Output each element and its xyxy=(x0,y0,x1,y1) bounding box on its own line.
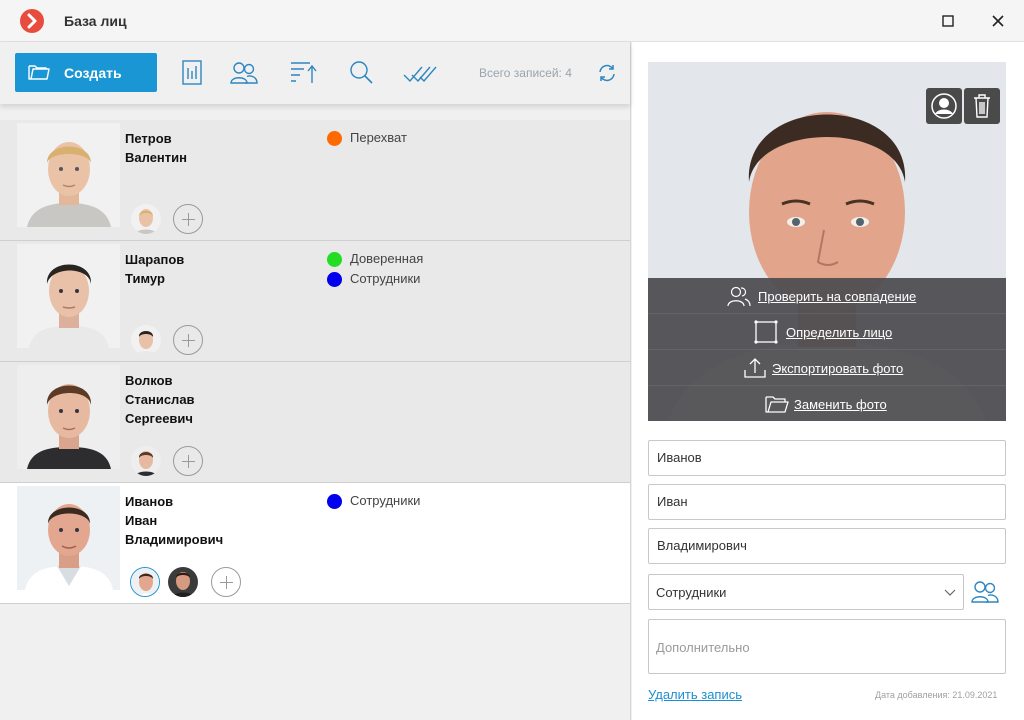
first-name-field[interactable]: Иван xyxy=(648,484,1006,520)
tag-employees: Сотрудники xyxy=(327,492,420,512)
faces-list: Петров Валентин Перехват Шарапов Тимур Д… xyxy=(0,120,630,604)
close-icon[interactable] xyxy=(984,8,1012,34)
tag-label: Сотрудники xyxy=(350,493,421,508)
face-row[interactable]: Шарапов Тимур Доверенная Сотрудники xyxy=(0,241,630,362)
export-photo-action[interactable]: Экспортировать фото xyxy=(648,350,1006,386)
photo-actions-overlay: Проверить на совпадение Определить лицо … xyxy=(648,278,1006,421)
face-row[interactable]: Петров Валентин Перехват xyxy=(0,120,630,241)
face-thumbnail[interactable] xyxy=(131,204,161,234)
face-thumbnail[interactable] xyxy=(130,567,160,597)
face-details-pane: Проверить на совпадение Определить лицо … xyxy=(632,42,1024,720)
face-first-name: Тимур xyxy=(125,271,165,286)
face-thumbnail[interactable] xyxy=(168,567,198,597)
list-select[interactable]: Сотрудники xyxy=(648,574,964,610)
create-button[interactable]: Создать xyxy=(15,53,157,92)
tag-trusted: Доверенная xyxy=(327,250,423,270)
tag-dot xyxy=(327,131,342,146)
tag-label: Доверенная xyxy=(350,251,424,266)
face-tags: Перехват xyxy=(327,129,407,149)
select-all-icon[interactable] xyxy=(402,59,438,87)
face-thumbnail[interactable] xyxy=(131,325,161,355)
refresh-icon[interactable] xyxy=(596,62,618,84)
main-face-photo: Проверить на совпадение Определить лицо … xyxy=(648,62,1006,421)
sort-icon[interactable] xyxy=(288,59,318,87)
face-tags: Сотрудники xyxy=(327,492,420,512)
check-match-action[interactable]: Проверить на совпадение xyxy=(648,278,1006,314)
face-surname: Волков xyxy=(125,373,173,388)
face-frame-icon xyxy=(754,320,778,344)
face-row-selected[interactable]: Иванов Иван Владимирович Сотрудники xyxy=(0,483,630,604)
replace-photo-link[interactable]: Заменить фото xyxy=(794,397,887,412)
face-photo xyxy=(17,365,120,469)
face-patronymic: Владимирович xyxy=(125,532,224,547)
delete-photo-button[interactable] xyxy=(964,88,1000,124)
export-photo-link[interactable]: Экспортировать фото xyxy=(772,361,903,376)
tag-dot xyxy=(327,272,342,287)
add-photo-button[interactable] xyxy=(173,446,203,476)
faces-list-pane: Создать Всего записей: 4 Петров Валентин… xyxy=(0,42,631,720)
tag-dot xyxy=(327,494,342,509)
face-thumbnail[interactable] xyxy=(131,446,161,476)
tag-dot xyxy=(327,252,342,267)
face-name: Иванов Иван Владимирович xyxy=(125,492,223,549)
tag-employees: Сотрудники xyxy=(327,270,423,290)
toolbar: Создать Всего записей: 4 xyxy=(0,42,630,104)
users-icon xyxy=(727,286,751,307)
delete-record-link[interactable]: Удалить запись xyxy=(648,687,742,702)
surname-field[interactable]: Иванов xyxy=(648,440,1006,476)
replace-photo-action[interactable]: Заменить фото xyxy=(648,386,1006,421)
face-name: Петров Валентин xyxy=(125,129,187,167)
date-added: Дата добавления: 21.09.2021 xyxy=(875,690,998,700)
detect-face-link[interactable]: Определить лицо xyxy=(786,325,892,340)
face-photo xyxy=(17,486,120,590)
face-tags: Доверенная Сотрудники xyxy=(327,250,423,290)
search-icon[interactable] xyxy=(346,59,376,87)
folder-icon xyxy=(765,396,789,413)
upload-icon xyxy=(744,358,766,378)
tag-label: Сотрудники xyxy=(350,271,421,286)
face-surname: Иванов xyxy=(125,494,174,509)
tag-label: Перехват xyxy=(350,130,407,145)
list-select-value: Сотрудники xyxy=(656,585,727,600)
add-photo-button[interactable] xyxy=(211,567,241,597)
tag-intercept: Перехват xyxy=(327,129,407,149)
add-photo-button[interactable] xyxy=(173,325,203,355)
face-photo xyxy=(17,244,120,348)
face-surname: Петров xyxy=(125,131,172,146)
face-surname: Шарапов xyxy=(125,252,185,267)
detect-face-action[interactable]: Определить лицо xyxy=(648,314,1006,350)
total-records: Всего записей: 4 xyxy=(479,66,572,80)
manage-lists-icon[interactable] xyxy=(970,578,1000,606)
app-logo-icon xyxy=(20,9,44,33)
set-avatar-button[interactable] xyxy=(926,88,962,124)
patronymic-field[interactable]: Владимирович xyxy=(648,528,1006,564)
additional-field[interactable]: Дополнительно xyxy=(648,619,1006,674)
check-match-link[interactable]: Проверить на совпадение xyxy=(758,289,916,304)
chevron-down-icon xyxy=(944,589,956,596)
face-name: Волков Станислав Сергеевич xyxy=(125,371,195,428)
face-first-name: Станислав xyxy=(125,392,195,407)
add-photo-button[interactable] xyxy=(173,204,203,234)
face-name: Шарапов Тимур xyxy=(125,250,184,288)
face-photo xyxy=(17,123,120,227)
lists-icon[interactable] xyxy=(229,59,259,87)
face-patronymic: Сергеевич xyxy=(125,411,193,426)
report-icon[interactable] xyxy=(178,59,208,87)
create-button-label: Создать xyxy=(64,65,122,81)
face-first-name: Иван xyxy=(125,513,158,528)
window-title: База лиц xyxy=(64,13,127,29)
face-first-name: Валентин xyxy=(125,150,187,165)
maximize-icon[interactable] xyxy=(934,8,962,34)
title-bar: База лиц xyxy=(0,0,1024,42)
folder-icon xyxy=(28,65,50,80)
face-row[interactable]: Волков Станислав Сергеевич xyxy=(0,362,630,483)
